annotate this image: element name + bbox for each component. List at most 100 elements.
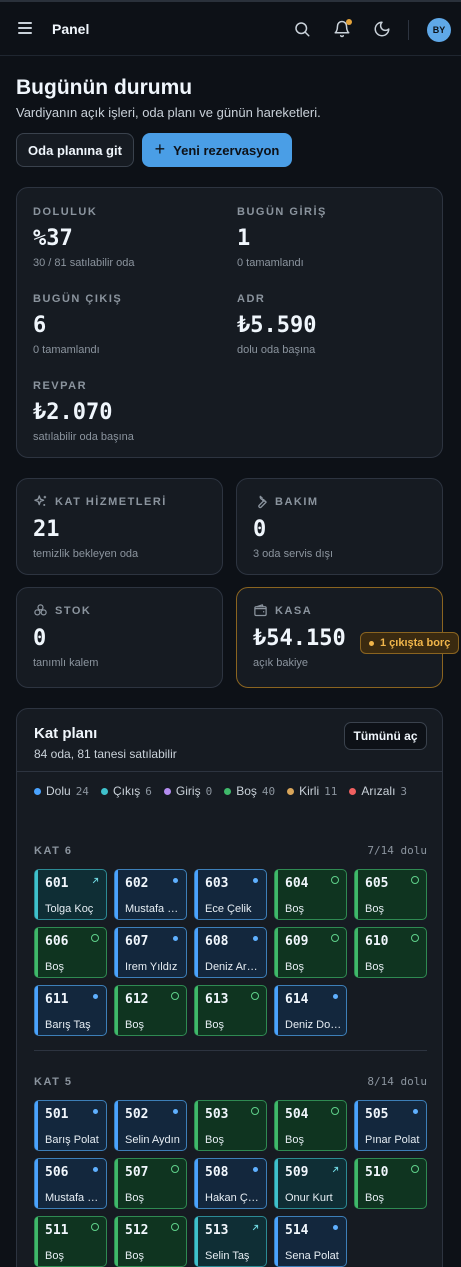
room-502[interactable]: 502 Selin Aydın xyxy=(114,1100,187,1151)
vacant-icon xyxy=(331,1107,339,1115)
vacant-icon xyxy=(251,1107,259,1115)
room-609[interactable]: 609 Boş xyxy=(274,927,347,978)
room-guest: Boş xyxy=(285,961,304,973)
occupied-dot-icon xyxy=(173,1109,178,1114)
floor-name: KAT 5 xyxy=(34,1075,73,1088)
stock-card[interactable]: STOK 0 tanımlı kalem xyxy=(16,587,223,688)
room-514[interactable]: 514 Sena Polat xyxy=(274,1216,347,1267)
room-604[interactable]: 604 Boş xyxy=(274,869,347,920)
room-number: 507 xyxy=(125,1165,149,1180)
card-label: KASA xyxy=(275,604,313,617)
room-guest: Pınar Polat xyxy=(365,1134,420,1146)
notification-dot xyxy=(346,19,352,25)
room-number: 510 xyxy=(365,1165,389,1180)
room-608[interactable]: 608 Deniz Arslan xyxy=(194,927,267,978)
room-guest: Boş xyxy=(125,1019,144,1031)
stat-note: 30 / 81 satılabilir oda xyxy=(33,257,135,269)
boxes-icon xyxy=(34,604,47,616)
avatar[interactable]: BY xyxy=(427,18,451,42)
vacant-icon xyxy=(171,1165,179,1173)
moon-icon[interactable] xyxy=(373,20,391,38)
floor-plan-card: Kat planı 84 oda, 81 tanesi satılabilir … xyxy=(16,708,443,1267)
room-guest: Barış Taş xyxy=(45,1019,91,1031)
room-603[interactable]: 603 Ece Çelik xyxy=(194,869,267,920)
room-guest: Boş xyxy=(205,1134,224,1146)
room-number: 509 xyxy=(285,1165,309,1180)
search-icon[interactable] xyxy=(293,20,311,38)
room-507[interactable]: 507 Boş xyxy=(114,1158,187,1209)
room-number: 605 xyxy=(365,876,389,891)
room-602[interactable]: 602 Mustafa Polat xyxy=(114,869,187,920)
floor-divider xyxy=(34,1050,427,1051)
card-note: 3 oda servis dışı xyxy=(253,548,334,560)
maintenance-card[interactable]: BAKIM 0 3 oda servis dışı xyxy=(236,478,443,575)
stat-value: 1 xyxy=(237,226,251,251)
new-reservation-button[interactable]: + Yeni rezervasyon xyxy=(142,133,292,167)
vacant-icon xyxy=(91,1223,99,1231)
stat-label: DOLULUK xyxy=(33,206,98,218)
occupied-dot-icon xyxy=(173,878,178,883)
room-611[interactable]: 611 Barış Taş xyxy=(34,985,107,1036)
room-number: 601 xyxy=(45,876,69,891)
debt-badge[interactable]: 1 çıkışta borç xyxy=(360,632,460,654)
legend-item[interactable]: Giriş 0 xyxy=(163,783,212,799)
open-all-button[interactable]: Tümünü aç xyxy=(344,722,427,750)
stat-label: BUGÜN ÇIKIŞ xyxy=(33,293,123,305)
status-legend: Dolu 24 Çıkış 6 Giriş 0 Boş 40 Kirli 11 Arızalı 3 xyxy=(34,783,414,799)
legend-label: Arızalı xyxy=(361,784,396,798)
stat-label: REVPAR xyxy=(33,380,88,392)
room-guest: Selin Aydın xyxy=(125,1134,180,1146)
legend-dot xyxy=(163,787,171,795)
room-512[interactable]: 512 Boş xyxy=(114,1216,187,1267)
stat-note: 0 tamamlandı xyxy=(237,257,304,269)
room-number: 511 xyxy=(45,1223,69,1238)
room-501[interactable]: 501 Barış Polat xyxy=(34,1100,107,1151)
card-note: temizlik bekleyen oda xyxy=(33,548,139,560)
room-guest: Deniz Doğan xyxy=(285,1019,343,1031)
card-value: ₺54.150 xyxy=(253,626,346,651)
housekeeping-card[interactable]: KAT HİZMETLERİ 21 temizlik bekleyen oda xyxy=(16,478,223,575)
room-plan-button[interactable]: Oda planına git xyxy=(16,133,134,167)
legend-item[interactable]: Çıkış 6 xyxy=(100,783,152,799)
room-510[interactable]: 510 Boş xyxy=(354,1158,427,1209)
legend-item[interactable]: Kirli 11 xyxy=(287,783,337,799)
room-513[interactable]: 513 Selin Taş xyxy=(194,1216,267,1267)
room-511[interactable]: 511 Boş xyxy=(34,1216,107,1267)
floor-name: KAT 6 xyxy=(34,844,73,857)
room-505[interactable]: 505 Pınar Polat xyxy=(354,1100,427,1151)
legend-item[interactable]: Dolu 24 xyxy=(34,783,89,799)
room-guest: Selin Taş xyxy=(205,1250,250,1262)
room-guest: Tolga Koç xyxy=(45,903,94,915)
legend-item[interactable]: Boş 40 xyxy=(224,783,275,799)
room-503[interactable]: 503 Boş xyxy=(194,1100,267,1151)
menu-icon[interactable] xyxy=(18,22,32,34)
room-614[interactable]: 614 Deniz Doğan xyxy=(274,985,347,1036)
room-number: 502 xyxy=(125,1107,149,1122)
room-607[interactable]: 607 Irem Yıldız xyxy=(114,927,187,978)
vacant-icon xyxy=(171,992,179,1000)
room-606[interactable]: 606 Boş xyxy=(34,927,107,978)
vacant-icon xyxy=(331,876,339,884)
legend-dot xyxy=(224,787,232,795)
room-601[interactable]: 601 Tolga Koç xyxy=(34,869,107,920)
badge-label: 1 çıkışta borç xyxy=(380,637,451,649)
occupied-dot-icon xyxy=(253,878,258,883)
room-613[interactable]: 613 Boş xyxy=(194,985,267,1036)
vacant-icon xyxy=(171,1223,179,1231)
room-605[interactable]: 605 Boş xyxy=(354,869,427,920)
room-509[interactable]: 509 Onur Kurt xyxy=(274,1158,347,1209)
legend-label: Çıkış xyxy=(112,784,141,798)
room-610[interactable]: 610 Boş xyxy=(354,927,427,978)
wrench-icon xyxy=(258,495,267,509)
app-brand[interactable]: Panel xyxy=(52,21,89,37)
room-number: 610 xyxy=(365,934,389,949)
room-506[interactable]: 506 Mustafa Kaya xyxy=(34,1158,107,1209)
room-guest: Boş xyxy=(285,903,304,915)
room-504[interactable]: 504 Boş xyxy=(274,1100,347,1151)
occupied-dot-icon xyxy=(93,994,98,999)
room-number: 603 xyxy=(205,876,229,891)
room-612[interactable]: 612 Boş xyxy=(114,985,187,1036)
vacant-icon xyxy=(251,992,259,1000)
room-508[interactable]: 508 Hakan Çelik xyxy=(194,1158,267,1209)
legend-item[interactable]: Arızalı 3 xyxy=(349,783,407,799)
